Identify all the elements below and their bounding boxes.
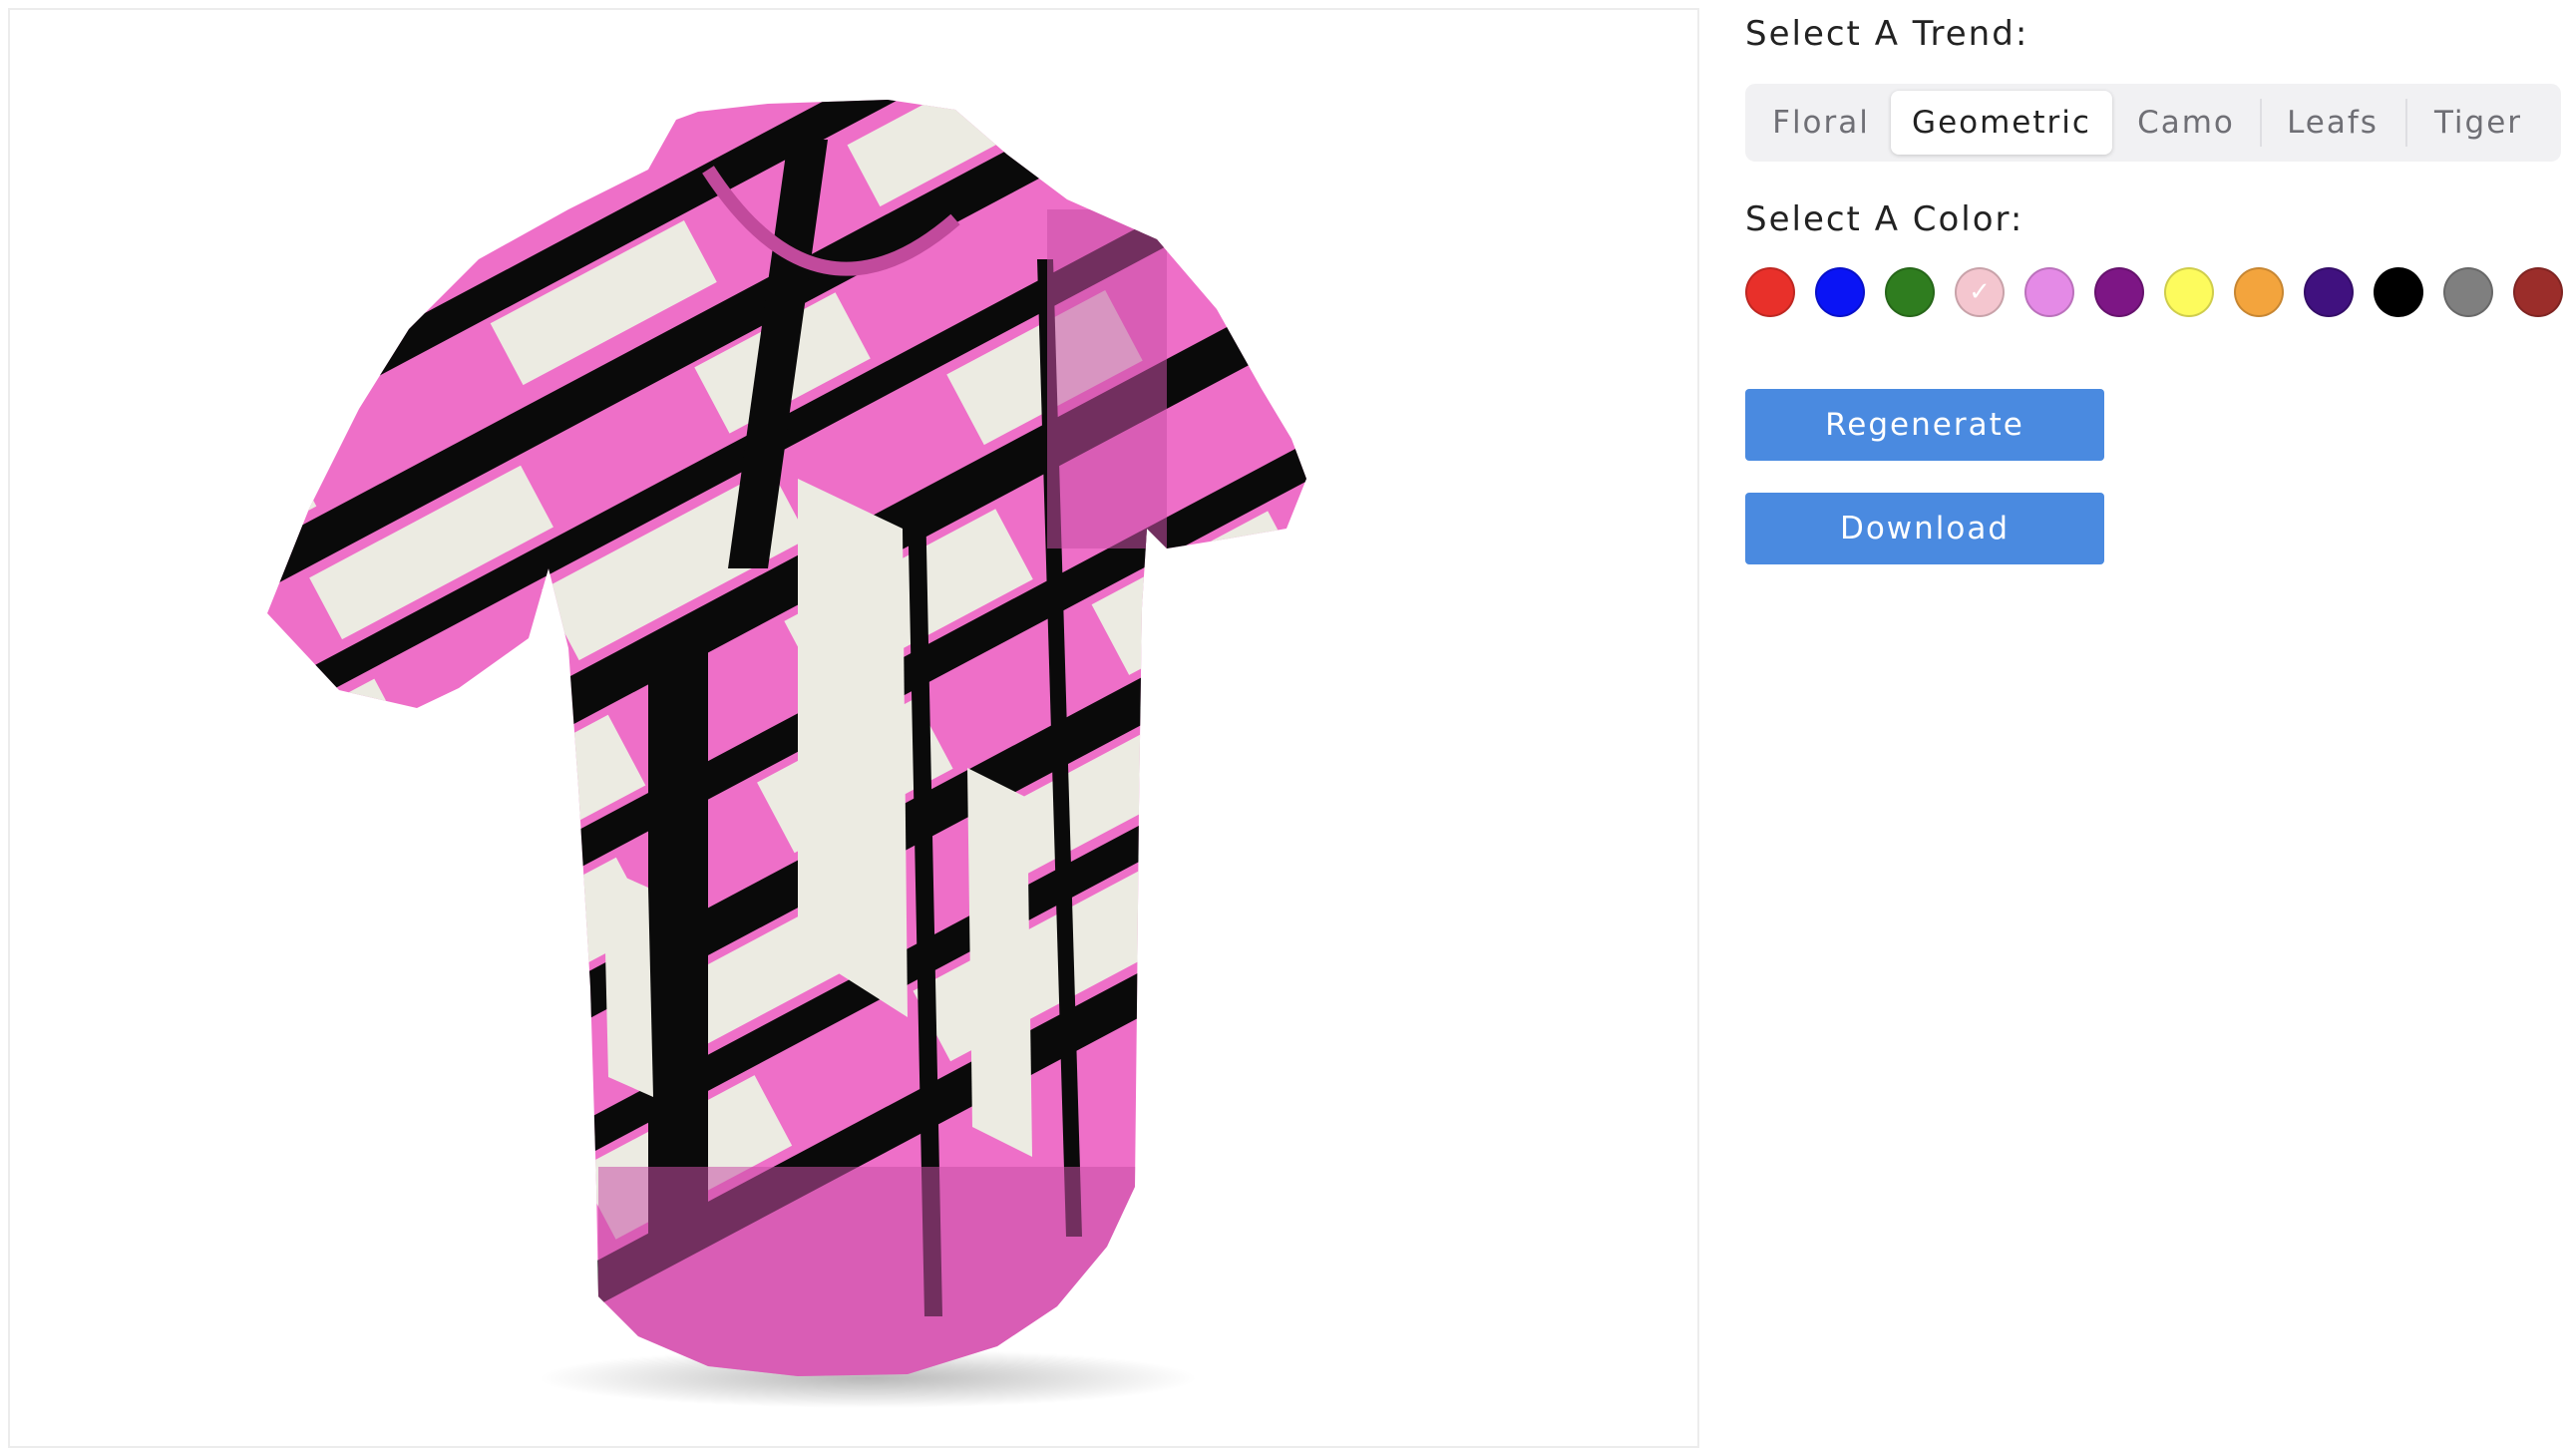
color-swatch[interactable]: [2024, 267, 2074, 317]
tab-camo[interactable]: Camo: [2112, 91, 2260, 155]
trend-heading: Select A Trend:: [1745, 14, 2029, 54]
color-swatch[interactable]: [2374, 267, 2423, 317]
color-swatch[interactable]: [2443, 267, 2493, 317]
color-swatch[interactable]: [1745, 267, 1795, 317]
color-swatches: ✓: [1745, 267, 2569, 319]
color-swatch[interactable]: ✓: [1955, 267, 2005, 317]
color-swatch[interactable]: [2164, 267, 2214, 317]
tab-leafs[interactable]: Leafs: [2260, 91, 2405, 155]
tab-geometric[interactable]: Geometric: [1891, 91, 2112, 155]
color-swatch[interactable]: [1885, 267, 1935, 317]
color-swatch[interactable]: [1815, 267, 1865, 317]
tshirt-preview[interactable]: [8, 8, 1699, 1448]
color-swatch[interactable]: [2094, 267, 2144, 317]
customizer-panel: Select A Trend: Floral Geometric Camo Le…: [1745, 0, 2569, 1456]
download-button[interactable]: Download: [1745, 493, 2104, 564]
color-swatch[interactable]: [2234, 267, 2284, 317]
color-swatch[interactable]: [2513, 267, 2563, 317]
tab-tiger[interactable]: Tiger: [2405, 91, 2551, 155]
tab-floral[interactable]: Floral: [1751, 91, 1891, 155]
trend-tabs: Floral Geometric Camo Leafs Tiger: [1745, 84, 2561, 162]
check-icon: ✓: [1969, 277, 1991, 307]
color-heading: Select A Color:: [1745, 199, 2024, 239]
tshirt-image: [267, 100, 1306, 1408]
regenerate-button[interactable]: Regenerate: [1745, 389, 2104, 461]
color-swatch[interactable]: [2304, 267, 2354, 317]
